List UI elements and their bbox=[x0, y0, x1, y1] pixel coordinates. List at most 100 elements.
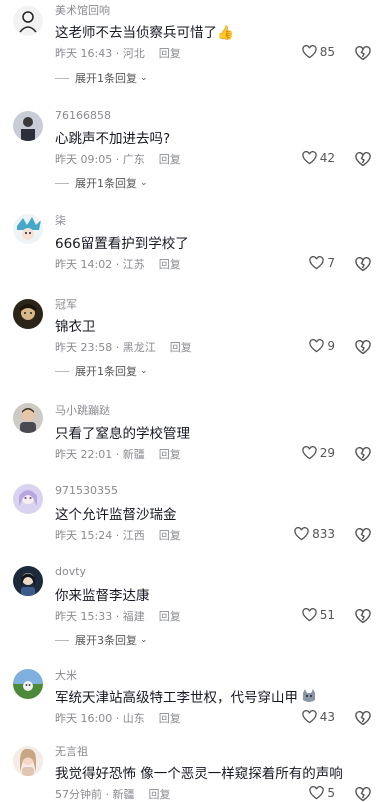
reply-button[interactable]: 回复 bbox=[149, 788, 171, 801]
comment-item: 971530355 这个允许监督沙瑞金 昨天 15:24 · 江西 回复 833 bbox=[0, 480, 383, 550]
expand-replies-button[interactable]: 展开1条回复 ⌄ bbox=[55, 175, 148, 191]
comment-username[interactable]: 76166858 bbox=[55, 109, 111, 122]
comment-item: 冠军 锦衣卫 昨天 23:58 · 黑龙江 回复 9 展开1条回复 ⌄ bbox=[0, 293, 383, 383]
heart-icon bbox=[302, 710, 317, 724]
comment-location: 新疆 bbox=[122, 448, 145, 461]
like-button[interactable]: 29 bbox=[302, 446, 335, 460]
comment-meta: 昨天 16:43 · 河北 回复 bbox=[55, 47, 181, 60]
broken-heart-icon[interactable] bbox=[355, 711, 371, 726]
comment-time: 昨天 16:00 bbox=[55, 712, 113, 725]
comment-location: 江苏 bbox=[122, 258, 145, 271]
comment-location: 河北 bbox=[122, 47, 145, 60]
like-count: 42 bbox=[319, 151, 335, 165]
broken-heart-icon[interactable] bbox=[355, 257, 371, 272]
avatar[interactable] bbox=[13, 746, 43, 776]
reply-button[interactable]: 回复 bbox=[159, 153, 181, 166]
comment-time: 昨天 15:33 bbox=[55, 610, 113, 623]
comment-item: dovty 你来监督李达康 昨天 15:33 · 福建 回复 51 展开3条回复 ⌄ bbox=[0, 562, 383, 652]
chevron-down-icon: ⌄ bbox=[140, 635, 148, 645]
like-button[interactable]: 833 bbox=[294, 527, 335, 541]
expand-replies-button[interactable]: 展开3条回复 ⌄ bbox=[55, 632, 148, 648]
broken-heart-icon[interactable] bbox=[355, 46, 371, 61]
reply-button[interactable]: 回复 bbox=[159, 47, 181, 60]
avatar[interactable] bbox=[13, 111, 43, 141]
heart-icon bbox=[309, 256, 325, 270]
chevron-down-icon: ⌄ bbox=[140, 178, 148, 188]
expand-replies-button[interactable]: 展开1条回复 ⌄ bbox=[55, 70, 148, 86]
heart-icon bbox=[294, 527, 309, 541]
expand-replies-button[interactable]: 展开1条回复 ⌄ bbox=[55, 363, 148, 379]
comment-text: 我觉得好恐怖 像一个恶灵一样窥探着所有的声响 bbox=[55, 766, 343, 782]
like-button[interactable]: 51 bbox=[302, 608, 335, 622]
comment-username[interactable]: 柒 bbox=[55, 212, 66, 228]
comment-item: 美术馆回响 这老师不去当侦察兵可惜了👍 昨天 16:43 · 河北 回复 85 展… bbox=[0, 0, 383, 90]
avatar[interactable] bbox=[13, 669, 43, 699]
like-button[interactable]: 5 bbox=[309, 786, 335, 800]
comment-time: 昨天 09:05 bbox=[55, 153, 113, 166]
like-button[interactable]: 9 bbox=[309, 339, 335, 353]
broken-heart-icon[interactable] bbox=[355, 609, 371, 624]
like-button[interactable]: 85 bbox=[302, 45, 335, 59]
like-count: 5 bbox=[327, 786, 335, 800]
comment-location: 新疆 bbox=[112, 788, 135, 801]
comment-item: 大米 军统天津站高级特工李世权，代号穿山甲 昨天 16:00 · 山东 回复 43 bbox=[0, 663, 383, 735]
comment-time: 昨天 16:43 bbox=[55, 47, 113, 60]
avatar[interactable] bbox=[13, 484, 43, 514]
broken-heart-icon[interactable] bbox=[355, 447, 371, 462]
reply-button[interactable]: 回复 bbox=[159, 529, 181, 542]
reply-button[interactable]: 回复 bbox=[159, 258, 181, 271]
reply-button[interactable]: 回复 bbox=[159, 448, 181, 461]
heart-icon bbox=[309, 786, 325, 800]
avatar[interactable] bbox=[13, 6, 43, 36]
comment-username[interactable]: dovty bbox=[55, 565, 86, 578]
comment-location: 广东 bbox=[122, 153, 145, 166]
avatar[interactable] bbox=[13, 566, 43, 596]
comment-username[interactable]: 无言祖 bbox=[55, 743, 88, 759]
comment-username[interactable]: 冠军 bbox=[55, 296, 77, 312]
broken-heart-icon[interactable] bbox=[355, 528, 371, 543]
comment-username[interactable]: 大米 bbox=[55, 667, 77, 683]
like-button[interactable]: 43 bbox=[302, 710, 335, 724]
heart-icon bbox=[302, 45, 317, 59]
comment-time: 昨天 15:24 bbox=[55, 529, 113, 542]
comment-item: 马小跳蹦跶 只看了窒息的学校管理 昨天 22:01 · 新疆 回复 29 bbox=[0, 397, 383, 467]
broken-heart-icon[interactable] bbox=[355, 152, 371, 167]
comment-text: 你来监督李达康 bbox=[55, 588, 150, 604]
comment-text: 这个允许监督沙瑞金 bbox=[55, 507, 177, 523]
like-button[interactable]: 42 bbox=[302, 151, 335, 165]
avatar[interactable] bbox=[13, 403, 43, 433]
reply-button[interactable]: 回复 bbox=[159, 610, 181, 623]
comment-time: 57分钟前 bbox=[55, 788, 102, 801]
comment-text: 心跳声不加进去吗? bbox=[55, 131, 171, 147]
comment-meta: 昨天 14:02 · 江苏 回复 bbox=[55, 258, 181, 271]
comment-location: 福建 bbox=[122, 610, 145, 623]
like-count: 85 bbox=[319, 45, 335, 59]
like-count: 29 bbox=[319, 446, 335, 460]
comment-meta: 昨天 15:24 · 江西 回复 bbox=[55, 529, 181, 542]
like-button[interactable]: 7 bbox=[309, 256, 335, 270]
thumbs-up-emoji: 👍 bbox=[217, 25, 234, 41]
comment-meta: 昨天 16:00 · 山东 回复 bbox=[55, 712, 181, 725]
comment-text: 军统天津站高级特工李世权，代号穿山甲 bbox=[55, 686, 317, 707]
comment-username[interactable]: 美术馆回响 bbox=[55, 2, 110, 18]
broken-heart-icon[interactable] bbox=[355, 340, 371, 355]
reply-button[interactable]: 回复 bbox=[170, 341, 192, 354]
heart-icon bbox=[302, 446, 317, 460]
comment-text: 这老师不去当侦察兵可惜了👍 bbox=[55, 25, 234, 41]
comment-text: 666留置看护到学校了 bbox=[55, 236, 189, 252]
comment-time: 昨天 22:01 bbox=[55, 448, 113, 461]
like-count: 51 bbox=[319, 608, 335, 622]
comment-meta: 昨天 09:05 · 广东 回复 bbox=[55, 153, 181, 166]
comment-username[interactable]: 971530355 bbox=[55, 484, 118, 497]
reply-button[interactable]: 回复 bbox=[159, 712, 181, 725]
cat-emoji bbox=[301, 689, 317, 707]
avatar[interactable] bbox=[13, 214, 43, 244]
comment-text: 只看了窒息的学校管理 bbox=[55, 426, 190, 442]
heart-icon bbox=[302, 608, 317, 622]
comment-item: 76166858 心跳声不加进去吗? 昨天 09:05 · 广东 回复 42 展开… bbox=[0, 105, 383, 200]
comment-username[interactable]: 马小跳蹦跶 bbox=[55, 402, 110, 418]
chevron-down-icon: ⌄ bbox=[140, 366, 148, 376]
comment-time: 昨天 14:02 bbox=[55, 258, 113, 271]
avatar[interactable] bbox=[13, 299, 43, 329]
comment-item: 无言祖 我觉得好恐怖 像一个恶灵一样窥探着所有的声响 57分钟前 · 新疆 回复 … bbox=[0, 740, 383, 802]
